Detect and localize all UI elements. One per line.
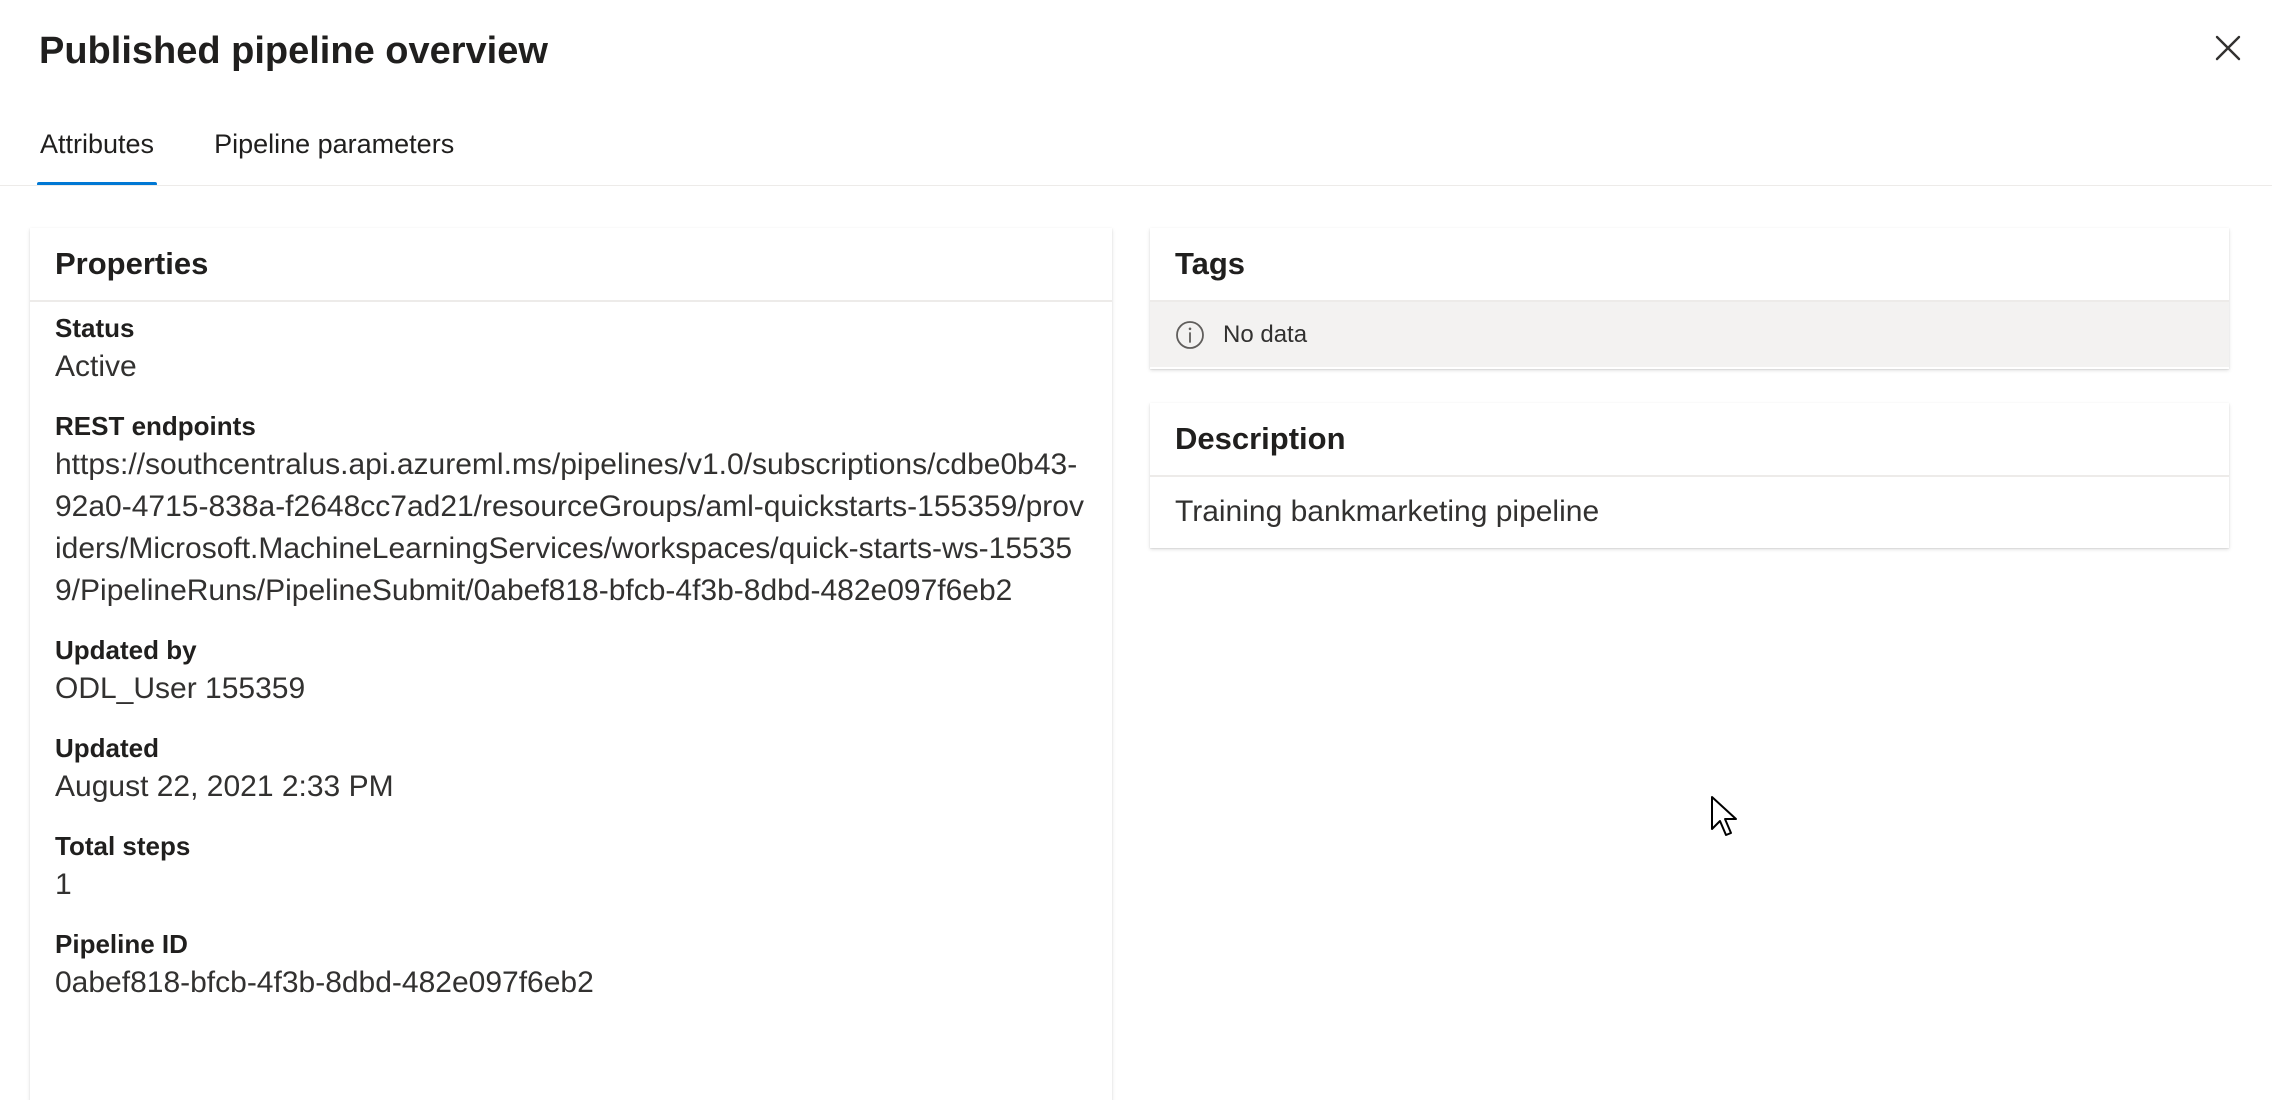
tab-bar: Attributes Pipeline parameters	[37, 112, 511, 186]
close-button[interactable]	[2202, 22, 2254, 74]
rest-endpoints-value: https://southcentralus.api.azureml.ms/pi…	[55, 448, 1084, 607]
tab-attributes[interactable]: Attributes	[37, 112, 158, 186]
tab-pipeline-parameters[interactable]: Pipeline parameters	[211, 112, 457, 186]
updated-by-field: Updated by ODL_User 155359	[55, 632, 1087, 710]
mouse-cursor-icon	[1711, 796, 1737, 836]
rest-endpoints-field: REST endpoints https://southcentralus.ap…	[55, 408, 1087, 612]
properties-body: Status Active REST endpoints https://sou…	[30, 302, 1112, 1004]
updated-by-value: ODL_User 155359	[55, 672, 306, 705]
pipeline-id-label: Pipeline ID	[55, 929, 188, 959]
tags-empty-text: No data	[1223, 320, 1308, 348]
rest-endpoints-label: REST endpoints	[55, 411, 256, 441]
status-field: Status Active	[55, 310, 1087, 388]
description-text: Training bankmarketing pipeline	[1175, 495, 1600, 528]
status-label: Status	[55, 313, 135, 343]
updated-field: Updated August 22, 2021 2:33 PM	[55, 730, 1087, 808]
total-steps-field: Total steps 1	[55, 828, 1087, 906]
description-heading: Description	[1150, 403, 2229, 477]
pipeline-id-field: Pipeline ID 0abef818-bfcb-4f3b-8dbd-482e…	[55, 926, 1087, 1004]
total-steps-label: Total steps	[55, 831, 191, 861]
tabs-divider	[0, 185, 2272, 186]
tags-card: Tags No data	[1150, 228, 2229, 369]
pipeline-id-value: 0abef818-bfcb-4f3b-8dbd-482e097f6eb2	[55, 966, 594, 999]
close-icon	[2215, 35, 2241, 61]
updated-by-label: Updated by	[55, 635, 197, 665]
published-pipeline-overview-panel: Published pipeline overview Attributes P…	[0, 0, 2272, 1100]
updated-label: Updated	[55, 733, 159, 763]
status-value: Active	[55, 350, 137, 383]
tags-empty-state: No data	[1150, 302, 2229, 367]
tags-heading: Tags	[1150, 228, 2229, 302]
properties-card: Properties Status Active REST endpoints …	[30, 228, 1112, 1100]
info-icon	[1175, 320, 1205, 350]
description-card: Description Training bankmarketing pipel…	[1150, 403, 2229, 548]
properties-heading: Properties	[30, 228, 1112, 302]
panel-title: Published pipeline overview	[39, 30, 548, 72]
total-steps-value: 1	[55, 868, 72, 901]
updated-value: August 22, 2021 2:33 PM	[55, 770, 394, 803]
